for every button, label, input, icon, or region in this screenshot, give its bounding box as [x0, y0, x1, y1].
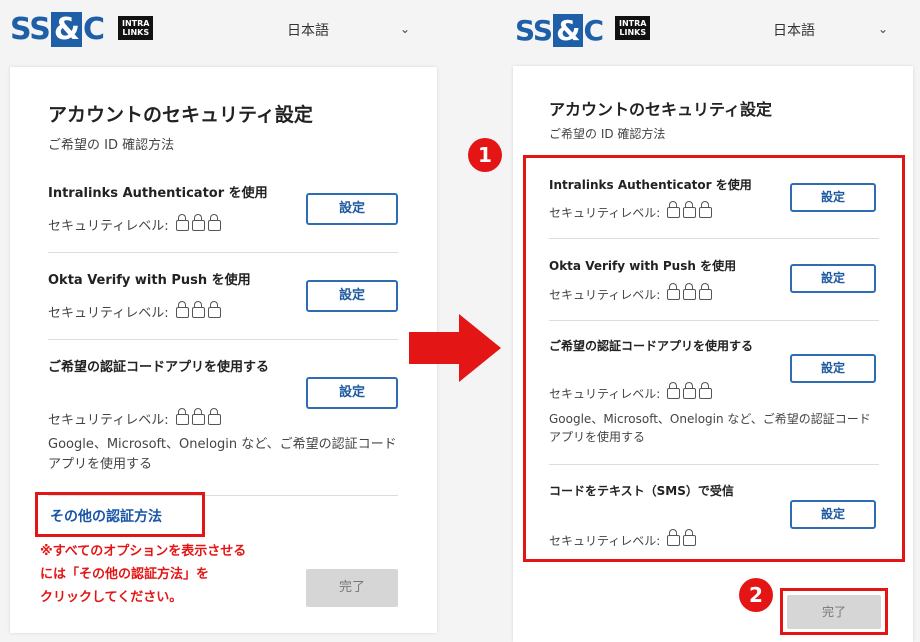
option-intralinks-authenticator: Intralinks Authenticator を使用	[48, 186, 268, 201]
security-level: セキュリティレベル:	[549, 283, 713, 303]
security-level: セキュリティレベル:	[48, 214, 221, 234]
lock-icon	[175, 301, 189, 318]
other-methods-link[interactable]: その他の認証方法	[50, 506, 162, 526]
divider	[549, 320, 879, 321]
intralinks-logo: INTRA LINKS	[118, 16, 154, 40]
lock-icon	[207, 214, 221, 231]
lock-icon	[683, 283, 697, 300]
ssc-logo: SS & C	[515, 14, 604, 47]
lock-icon	[207, 408, 221, 425]
option-okta-verify: Okta Verify with Push を使用	[48, 273, 251, 288]
instruction-note: ※すべてのオプションを表示させる には「その他の認証方法」を クリックしてくださ…	[40, 544, 247, 605]
option-description: Google、Microsoft、Onelogin など、ご希望の認証コードアプ…	[549, 412, 871, 444]
left-panel: SS & C INTRA LINKS 日本語 ⌄ アカウントのセキュリティ設定 ご希望…	[0, 0, 455, 642]
security-level: セキュリティレベル:	[549, 529, 697, 549]
page-subtitle: ご希望の ID 確認方法	[549, 127, 666, 141]
option-okta-verify: Okta Verify with Push を使用	[549, 259, 737, 273]
setup-button-intralinks-authenticator[interactable]: 設定	[306, 193, 398, 225]
header: SS & C INTRA LINKS 日本語 ⌄	[495, 0, 920, 62]
chevron-down-icon[interactable]: ⌄	[878, 22, 888, 36]
security-level: セキュリティレベル:	[48, 408, 221, 428]
lock-icon	[191, 214, 205, 231]
step-badge-2: 2	[739, 578, 773, 612]
done-button[interactable]: 完了	[787, 595, 881, 629]
lock-icon	[191, 301, 205, 318]
option-intralinks-authenticator: Intralinks Authenticator を使用	[549, 178, 752, 192]
chevron-down-icon[interactable]: ⌄	[400, 22, 410, 36]
lock-icon	[191, 408, 205, 425]
setup-button-intralinks-authenticator[interactable]: 設定	[790, 183, 876, 212]
lock-icon	[683, 382, 697, 399]
setup-button-authenticator-app[interactable]: 設定	[790, 354, 876, 383]
lock-icon	[683, 201, 697, 218]
setup-button-authenticator-app[interactable]: 設定	[306, 377, 398, 409]
divider	[549, 464, 879, 465]
option-authenticator-app: ご希望の認証コードアプリを使用する	[549, 339, 754, 353]
lock-icon	[683, 529, 697, 546]
lock-icon	[667, 382, 681, 399]
setup-button-okta-verify[interactable]: 設定	[306, 280, 398, 312]
lock-icon	[667, 283, 681, 300]
setup-button-sms[interactable]: 設定	[790, 500, 876, 529]
security-level: セキュリティレベル:	[549, 201, 713, 221]
language-selector[interactable]: 日本語	[287, 20, 329, 40]
lock-icon	[667, 201, 681, 218]
divider	[48, 252, 398, 253]
header: SS & C INTRA LINKS 日本語 ⌄	[0, 0, 455, 62]
lock-icon	[699, 201, 713, 218]
lock-icon	[667, 529, 681, 546]
divider	[549, 238, 879, 239]
page-title: アカウントのセキュリティ設定	[48, 104, 313, 126]
right-panel: SS & C INTRA LINKS 日本語 ⌄ アカウントのセキュリティ設定 ご希望…	[468, 0, 920, 642]
language-selector[interactable]: 日本語	[773, 20, 815, 40]
option-description: Google、Microsoft、Onelogin など、ご希望の認証コードアプ…	[48, 437, 397, 472]
lock-icon	[207, 301, 221, 318]
arrow-right-icon	[409, 314, 501, 382]
lock-icon	[699, 382, 713, 399]
page-subtitle: ご希望の ID 確認方法	[48, 138, 175, 153]
option-authenticator-app: ご希望の認証コードアプリを使用する	[48, 360, 270, 375]
intralinks-logo: INTRA LINKS	[615, 16, 651, 40]
security-level: セキュリティレベル:	[48, 301, 221, 321]
lock-icon	[175, 408, 189, 425]
option-sms: コードをテキスト（SMS）で受信	[549, 484, 734, 498]
lock-icon	[175, 214, 189, 231]
security-card: アカウントのセキュリティ設定 ご希望の ID 確認方法 Intralinks A…	[10, 67, 437, 633]
page-title: アカウントのセキュリティ設定	[549, 100, 773, 119]
ssc-logo: SS & C	[10, 12, 105, 47]
divider	[48, 339, 398, 340]
security-level: セキュリティレベル:	[549, 382, 713, 402]
step-badge-1: 1	[468, 138, 502, 172]
done-button[interactable]: 完了	[306, 569, 398, 607]
setup-button-okta-verify[interactable]: 設定	[790, 264, 876, 293]
lock-icon	[699, 283, 713, 300]
